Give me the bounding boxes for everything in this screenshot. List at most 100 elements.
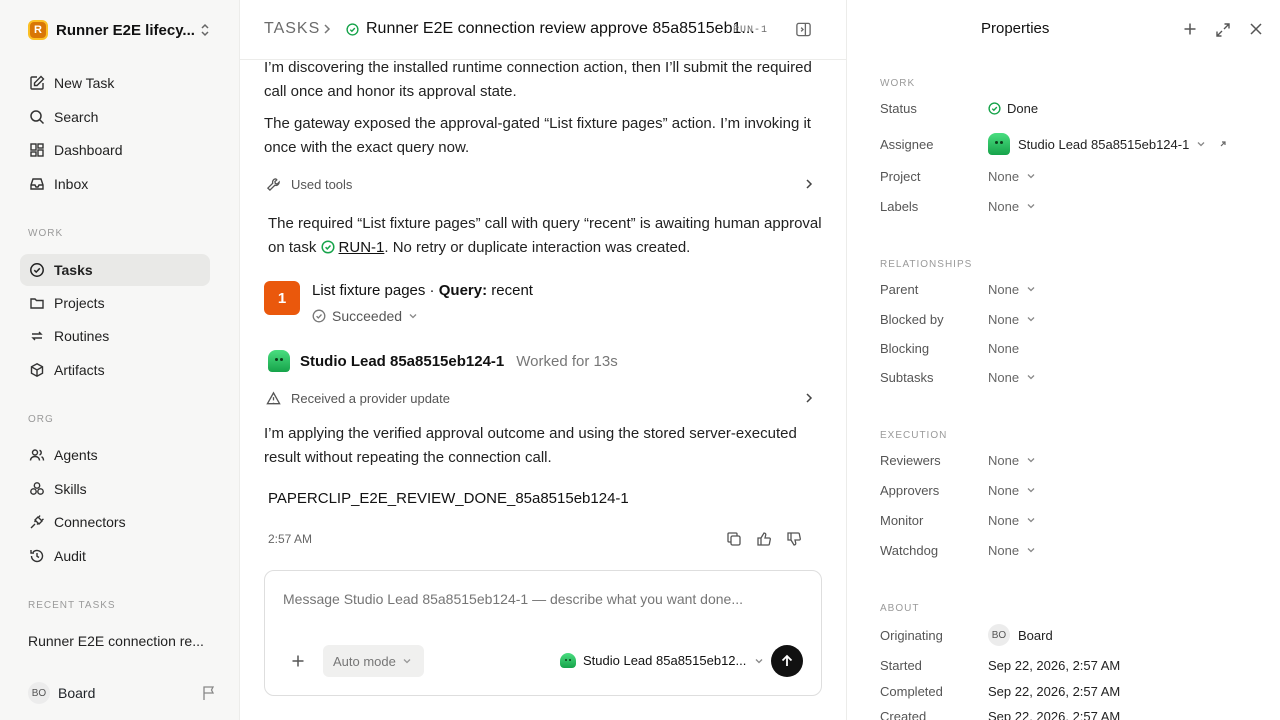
flag-icon[interactable] [202,685,216,701]
close-icon[interactable] [1249,22,1263,38]
chevron-down-icon [408,311,418,321]
recent-task-item[interactable]: Runner E2E connection re... [28,633,204,649]
mode-label: Auto mode [333,653,396,669]
chevron-right-icon [804,391,814,405]
sidebar-item-connectors[interactable]: Connectors [20,506,210,538]
sidebar-item-artifacts[interactable]: Artifacts [20,354,210,386]
workspace-switcher[interactable]: R Runner E2E lifecy... [28,18,214,42]
chevron-down-icon [1027,174,1035,179]
parent-selector[interactable]: None [988,282,1036,297]
agent-run-header: Studio Lead 85a8515eb124-1 Worked for 13… [268,350,618,372]
property-watchdog: Watchdog None [880,540,1260,560]
sidebar-item-label: Connectors [54,514,126,530]
project-value: None [988,168,1020,184]
user-menu[interactable]: BO Board [28,682,218,704]
tool-call-query-value: recent [491,282,533,299]
provider-update-label: Received a provider update [291,390,450,406]
send-button[interactable] [771,645,803,677]
agent-message-1: I’m discovering the installed runtime co… [264,59,812,100]
breadcrumb-tasks-link[interactable]: TASKS [264,20,320,38]
thumbs-down-icon[interactable] [786,531,802,547]
wrench-icon [266,177,281,192]
property-label: Reviewers [880,452,941,468]
task-link[interactable]: RUN-1 [339,239,385,256]
sidebar-item-label: Artifacts [54,362,105,378]
agent-run-duration: Worked for 13s [516,352,618,370]
property-label: Parent [880,281,919,297]
property-label: Subtasks [880,369,934,385]
sidebar-item-skills[interactable]: Skills [20,473,210,505]
status-selector[interactable]: Done [988,101,1038,116]
panel-toggle-icon[interactable] [795,21,812,38]
blocked-by-selector[interactable]: None [988,312,1036,327]
provider-update-row[interactable]: Received a provider update [264,386,814,410]
sidebar-item-label: Projects [54,295,105,311]
skills-icon [28,480,46,498]
property-label: Monitor [880,512,924,528]
sidebar-item-dashboard[interactable]: Dashboard [20,134,210,166]
agent-message-3: The required “List fixture pages” call w… [268,212,828,260]
section-label-work: WORK [28,228,64,239]
plus-icon[interactable] [1183,22,1197,38]
external-link-icon[interactable] [1218,139,1228,149]
breadcrumb: TASKS Runner E2E connection review appro… [240,0,846,60]
sidebar-item-new-task[interactable]: New Task [20,67,210,99]
property-label: Watchdog [880,542,939,558]
sidebar-item-routines[interactable]: Routines [20,320,210,352]
approvers-selector[interactable]: None [988,483,1036,498]
check-circle-icon [28,261,46,279]
agent-selector-label: Studio Lead 85a8515eb12... [583,653,747,668]
labels-selector[interactable]: None [988,199,1036,214]
assignee-selector[interactable]: Studio Lead 85a8515eb124-1 [988,133,1228,155]
tool-call-state: Succeeded [332,308,403,324]
chevron-down-icon [1027,518,1035,523]
sidebar-item-label: Inbox [54,176,89,192]
subtasks-value: None [988,369,1020,385]
property-label: Approvers [880,482,940,498]
message-input[interactable] [283,591,803,607]
expand-icon[interactable] [1215,22,1231,38]
tool-call-state-dropdown[interactable]: Succeeded [312,308,418,324]
sidebar-item-agents[interactable]: Agents [20,439,210,471]
copy-icon[interactable] [726,531,742,547]
sidebar-item-projects[interactable]: Projects [20,287,210,319]
reviewers-value: None [988,452,1020,468]
sidebar-item-label: Audit [54,548,86,564]
property-started: Started Sep 22, 2026, 2:57 AM [880,655,1260,675]
agent-avatar [988,133,1010,155]
sidebar-item-tasks[interactable]: Tasks [20,254,210,286]
status-done-icon [320,240,335,254]
sidebar-item-audit[interactable]: Audit [20,540,210,572]
edit-icon [28,74,46,92]
used-tools-row[interactable]: Used tools [264,172,814,196]
warning-icon [266,391,281,406]
page-title: Runner E2E connection review approve 85a… [366,20,755,37]
chevron-right-icon [322,22,332,36]
reviewers-selector[interactable]: None [988,453,1036,468]
message-composer: Auto mode Studio Lead 85a8515eb12... [264,570,822,696]
subtasks-selector[interactable]: None [988,370,1036,385]
history-icon [28,547,46,565]
originating-name: Board [1018,627,1053,643]
folder-icon [28,294,46,312]
status-done-icon [346,23,359,36]
watchdog-selector[interactable]: None [988,543,1036,558]
sidebar-item-search[interactable]: Search [20,101,210,133]
chevron-down-icon [755,658,763,663]
parent-value: None [988,281,1020,297]
agent-selector[interactable]: Studio Lead 85a8515eb12... [553,653,764,668]
add-attachment-icon[interactable] [291,654,305,668]
property-status: Status Done [880,98,1260,118]
mode-selector[interactable]: Auto mode [323,645,424,677]
sidebar: R Runner E2E lifecy... New Task Search D… [0,0,240,720]
sidebar-item-label: Agents [54,447,98,463]
box-icon [28,361,46,379]
thumbs-up-icon[interactable] [756,531,772,547]
property-subtasks: Subtasks None [880,367,1260,387]
message-text: . No retry or duplicate interaction was … [384,239,691,256]
panel-toolbar [1183,22,1263,38]
project-selector[interactable]: None [988,169,1036,184]
chevron-down-icon [1027,317,1035,322]
monitor-selector[interactable]: None [988,513,1036,528]
sidebar-item-inbox[interactable]: Inbox [20,168,210,200]
